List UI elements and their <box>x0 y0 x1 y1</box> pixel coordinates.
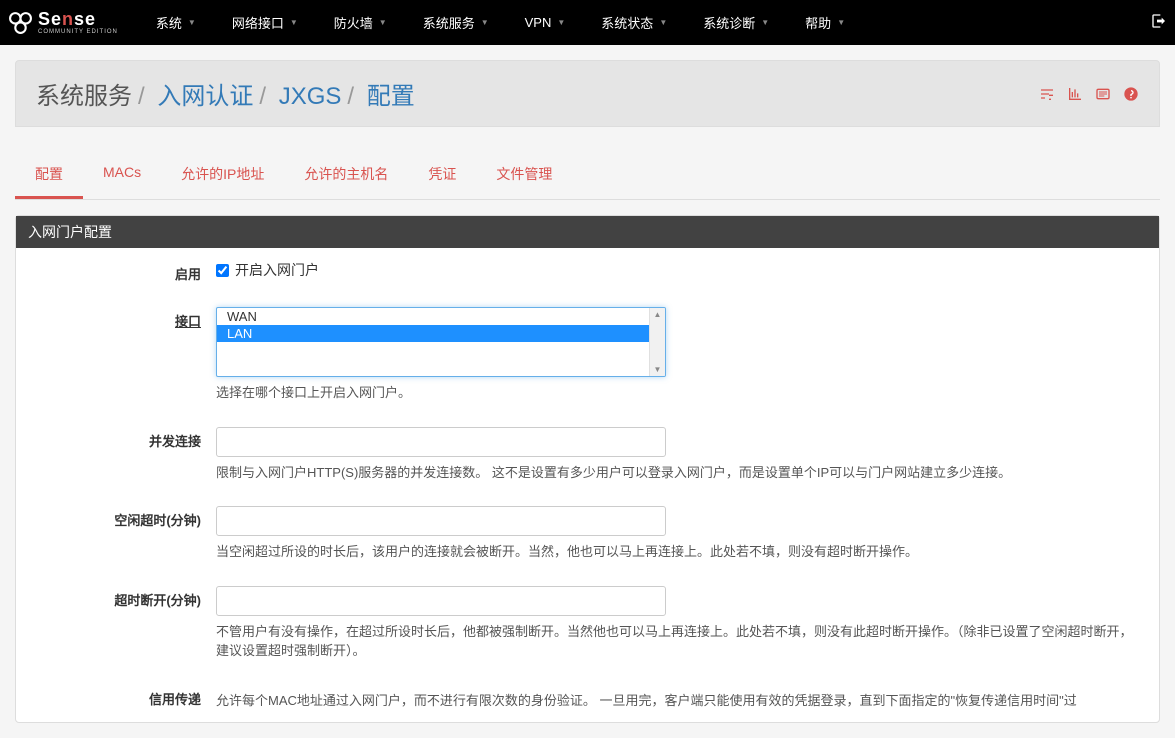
breadcrumb-config[interactable]: 配置 <box>367 83 415 110</box>
panel-title: 入网门户配置 <box>16 216 1159 248</box>
chevron-down-icon: ▼ <box>659 18 667 27</box>
logo[interactable]: Sense COMMUNITY EDITION <box>8 10 118 35</box>
chevron-down-icon: ▼ <box>290 18 298 27</box>
help-concurrent: 限制与入网门户HTTP(S)服务器的并发连接数。 这不是设置有多少用户可以登录入… <box>216 463 1136 483</box>
listbox-scrollbar[interactable]: ▲ ▼ <box>649 308 665 376</box>
concurrent-input[interactable] <box>216 427 666 457</box>
row-concurrent: 并发连接 限制与入网门户HTTP(S)服务器的并发连接数。 这不是设置有多少用户… <box>16 415 1159 495</box>
row-enable: 启用 开启入网门户 <box>16 248 1159 295</box>
label-enable: 启用 <box>31 260 216 283</box>
chevron-down-icon: ▼ <box>761 18 769 27</box>
logout-button[interactable] <box>1151 13 1167 32</box>
interface-option-lan[interactable]: LAN <box>217 325 649 342</box>
interface-listbox[interactable]: WAN LAN ▲ ▼ <box>216 307 666 377</box>
scroll-down-icon: ▼ <box>654 365 662 374</box>
enable-checkbox-label: 开启入网门户 <box>235 260 319 280</box>
breadcrumb-panel: 系统服务/ 入网认证/ JXGS/ 配置 <box>15 60 1160 127</box>
row-hard-timeout: 超时断开(分钟) 不管用户有没有操作，在超过所设时长后，他都被强制断开。当然他也… <box>16 574 1159 673</box>
interface-option-wan[interactable]: WAN <box>217 308 649 325</box>
tab-config[interactable]: 配置 <box>15 152 83 199</box>
chevron-down-icon: ▼ <box>837 18 845 27</box>
label-interface: 接口 <box>31 307 216 330</box>
logo-icon <box>8 10 33 35</box>
tabs: 配置 MACs 允许的IP地址 允许的主机名 凭证 文件管理 <box>15 152 1160 200</box>
nav-menu: 系统▼ 网络接口▼ 防火墙▼ 系统服务▼ VPN▼ 系统状态▼ 系统诊断▼ 帮助… <box>138 0 1151 45</box>
help-interface: 选择在哪个接口上开启入网门户。 <box>216 383 1136 403</box>
breadcrumb-zone[interactable]: JXGS <box>279 83 342 110</box>
chevron-down-icon: ▼ <box>379 18 387 27</box>
logout-icon <box>1151 13 1167 29</box>
label-idle-timeout: 空闲超时(分钟) <box>31 506 216 529</box>
top-navbar: Sense COMMUNITY EDITION 系统▼ 网络接口▼ 防火墙▼ 系… <box>0 0 1175 45</box>
help-idle-timeout: 当空闲超过所设的时长后，该用户的连接就会被断开。当然，他也可以马上再连接上。此处… <box>216 542 1136 562</box>
tab-allowed-ips[interactable]: 允许的IP地址 <box>161 152 284 199</box>
idle-timeout-input[interactable] <box>216 506 666 536</box>
nav-interfaces[interactable]: 网络接口▼ <box>214 0 316 45</box>
label-hard-timeout: 超时断开(分钟) <box>31 586 216 609</box>
chevron-down-icon: ▼ <box>557 18 565 27</box>
tab-macs[interactable]: MACs <box>83 152 161 199</box>
nav-status[interactable]: 系统状态▼ <box>583 0 685 45</box>
help-hard-timeout: 不管用户有没有操作，在超过所设时长后，他都被强制断开。当然他也可以马上再连接上。… <box>216 622 1136 661</box>
chevron-down-icon: ▼ <box>481 18 489 27</box>
nav-help[interactable]: 帮助▼ <box>787 0 863 45</box>
row-idle-timeout: 空闲超时(分钟) 当空闲超过所设的时长后，该用户的连接就会被断开。当然，他也可以… <box>16 494 1159 574</box>
nav-system[interactable]: 系统▼ <box>138 0 214 45</box>
breadcrumb-captive[interactable]: 入网认证 <box>157 83 253 110</box>
breadcrumb-actions <box>1039 86 1139 102</box>
chevron-down-icon: ▼ <box>188 18 196 27</box>
nav-vpn[interactable]: VPN▼ <box>507 0 584 45</box>
label-concurrent: 并发连接 <box>31 427 216 450</box>
help-passthrough: 允许每个MAC地址通过入网门户，而不进行有限次数的身份验证。 一旦用完，客户端只… <box>216 691 1136 711</box>
row-interface: 接口 WAN LAN ▲ ▼ 选择在哪个接口上开启入网门户。 <box>16 295 1159 415</box>
breadcrumb-root: 系统服务 <box>36 83 132 110</box>
tab-vouchers[interactable]: 凭证 <box>408 152 476 199</box>
enable-checkbox[interactable] <box>216 264 229 277</box>
sliders-icon[interactable] <box>1039 86 1055 102</box>
tab-files[interactable]: 文件管理 <box>476 152 572 199</box>
tab-allowed-hosts[interactable]: 允许的主机名 <box>284 152 408 199</box>
help-icon[interactable] <box>1123 86 1139 102</box>
log-icon[interactable] <box>1095 86 1111 102</box>
row-passthrough: 信用传递 允许每个MAC地址通过入网门户，而不进行有限次数的身份验证。 一旦用完… <box>16 673 1159 723</box>
scroll-up-icon: ▲ <box>654 310 662 319</box>
nav-firewall[interactable]: 防火墙▼ <box>316 0 405 45</box>
bar-chart-icon[interactable] <box>1067 86 1083 102</box>
nav-diagnostics[interactable]: 系统诊断▼ <box>685 0 787 45</box>
nav-services[interactable]: 系统服务▼ <box>405 0 507 45</box>
config-panel: 入网门户配置 启用 开启入网门户 接口 WAN LAN ▲ ▼ <box>15 215 1160 723</box>
hard-timeout-input[interactable] <box>216 586 666 616</box>
breadcrumb: 系统服务/ 入网认证/ JXGS/ 配置 <box>36 76 1039 111</box>
